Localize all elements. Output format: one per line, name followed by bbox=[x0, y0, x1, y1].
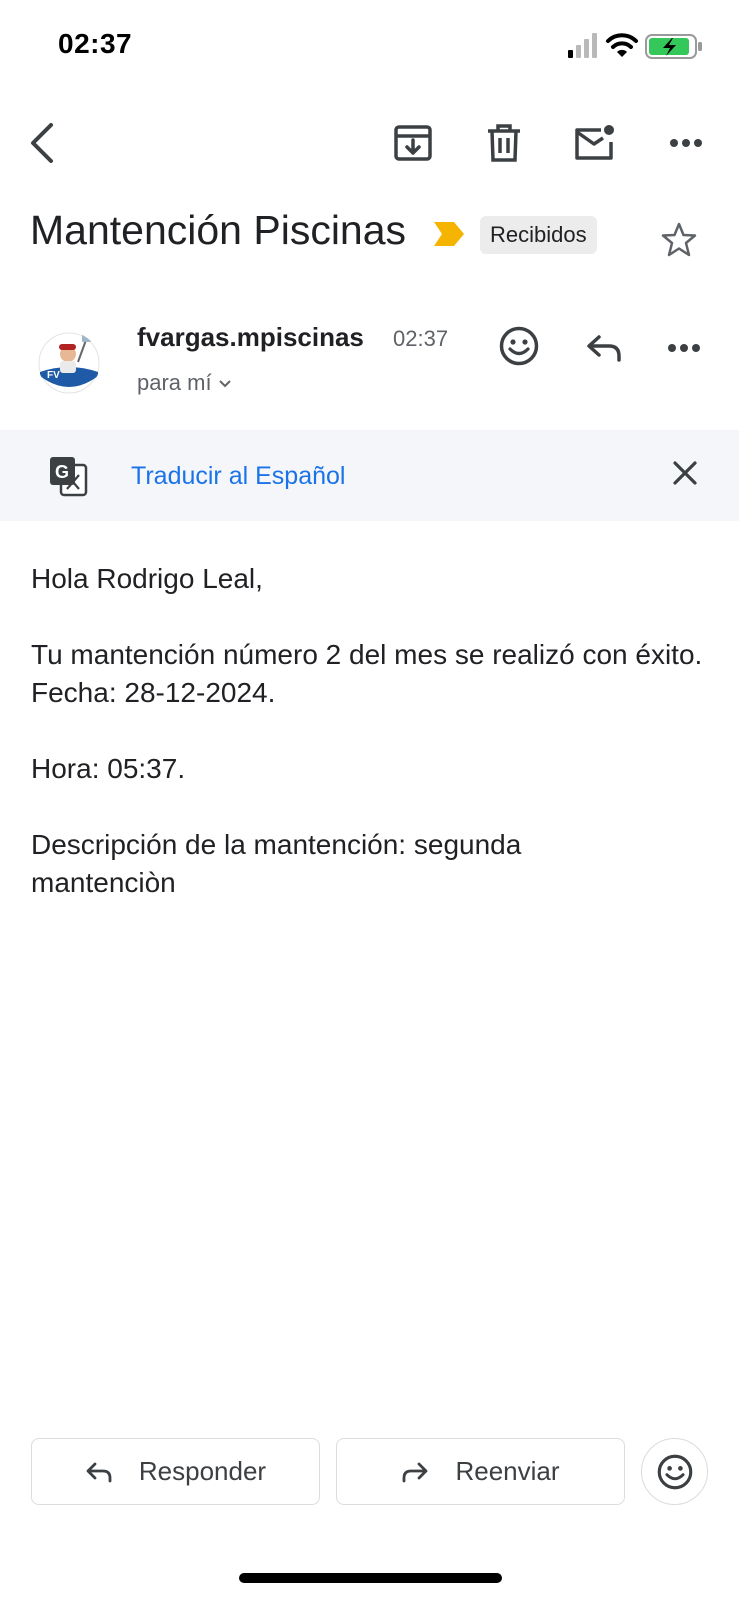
mark-unread-icon bbox=[575, 125, 614, 160]
status-time: 02:37 bbox=[58, 28, 133, 59]
close-icon[interactable] bbox=[672, 460, 698, 486]
forward-button-label: Reenviar bbox=[455, 1456, 560, 1486]
reply-icon bbox=[587, 335, 621, 362]
emoji-reaction-button[interactable] bbox=[641, 1438, 708, 1505]
translate-bar bbox=[0, 430, 739, 521]
reply-button-label: Responder bbox=[138, 1456, 267, 1486]
add-reaction-button[interactable] bbox=[495, 322, 543, 370]
reply-icon-button[interactable] bbox=[580, 326, 628, 370]
chevron-down-icon bbox=[218, 379, 231, 387]
body-line: Tu mantención número 2 del mes se realiz… bbox=[31, 639, 703, 670]
forward-icon bbox=[403, 1462, 428, 1482]
more-icon bbox=[670, 139, 702, 147]
translate-icon: G bbox=[50, 457, 88, 497]
emoji-icon bbox=[657, 1454, 692, 1489]
back-icon bbox=[31, 123, 53, 163]
body-line: Hora: 05:37. bbox=[31, 753, 186, 784]
sender-avatar[interactable]: FV bbox=[38, 332, 100, 394]
status-icons bbox=[568, 33, 702, 59]
svg-text:G: G bbox=[55, 462, 69, 482]
translate-link[interactable]: Traducir al Español bbox=[131, 462, 345, 491]
more-icon bbox=[668, 344, 700, 352]
email-subject: Mantención Piscinas bbox=[30, 207, 407, 253]
archive-button[interactable] bbox=[385, 115, 441, 171]
email-time: 02:37 bbox=[393, 326, 449, 351]
reply-icon bbox=[86, 1462, 112, 1482]
emoji-icon bbox=[499, 326, 539, 366]
svg-text:FV: FV bbox=[47, 370, 60, 381]
body-line: Descripción de la mantención: segunda ma… bbox=[31, 829, 522, 898]
forward-button[interactable]: Reenviar bbox=[336, 1438, 625, 1505]
email-body: Hola Rodrigo Leal, Tu mantención número … bbox=[31, 560, 711, 902]
mark-unread-button[interactable] bbox=[566, 115, 622, 171]
wifi-icon bbox=[606, 33, 638, 57]
delete-button[interactable] bbox=[476, 115, 532, 171]
reply-button[interactable]: Responder bbox=[31, 1438, 320, 1505]
recipient-label: para mí bbox=[137, 370, 212, 395]
archive-icon bbox=[394, 125, 432, 161]
body-greeting: Hola Rodrigo Leal, bbox=[31, 563, 263, 594]
label-chip-inbox[interactable]: Recibidos bbox=[480, 216, 597, 254]
star-icon[interactable] bbox=[660, 222, 698, 258]
back-button[interactable] bbox=[14, 115, 70, 171]
recipient-details-toggle[interactable]: para mí bbox=[137, 370, 232, 396]
trash-icon bbox=[488, 124, 520, 162]
body-line: Fecha: 28-12-2024. bbox=[31, 677, 276, 708]
home-indicator[interactable] bbox=[239, 1573, 502, 1583]
message-more-button[interactable] bbox=[660, 330, 708, 366]
battery-icon bbox=[645, 34, 702, 59]
more-options-button[interactable] bbox=[658, 115, 714, 171]
importance-marker-icon[interactable] bbox=[432, 220, 466, 248]
signal-icon bbox=[568, 33, 597, 58]
sender-name[interactable]: fvargas.mpiscinas bbox=[137, 322, 364, 353]
